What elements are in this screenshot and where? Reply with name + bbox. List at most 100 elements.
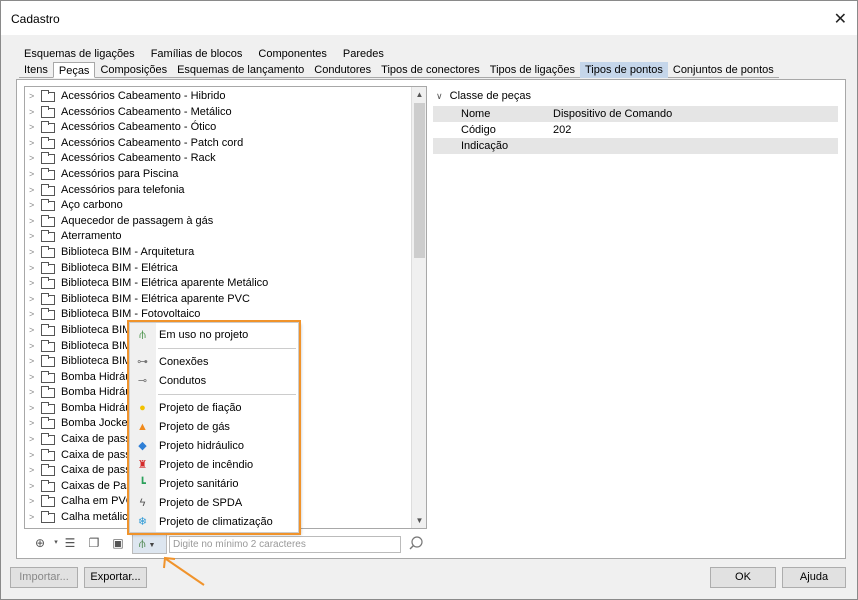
- property-row-codigo[interactable]: Código 202: [433, 122, 838, 138]
- tree-item[interactable]: > Biblioteca BIM - Elétrica aparente Metá…: [25, 276, 413, 292]
- property-row-indicacao[interactable]: Indicação: [433, 138, 838, 154]
- menu-item-projeto-de-spda[interactable]: ϟ Projeto de SPDA: [130, 494, 300, 513]
- folder-icon: [41, 308, 55, 321]
- paste-icon[interactable]: ▣: [110, 534, 126, 552]
- tree-item[interactable]: > Acessórios para Piscina: [25, 167, 413, 183]
- chevron-right-icon[interactable]: >: [29, 120, 34, 136]
- menu-item-projeto-sanitario[interactable]: ┗ Projeto sanitário: [130, 475, 300, 494]
- menu-item-projeto-de-fiacao[interactable]: ● Projeto de fiação: [130, 399, 300, 418]
- chevron-right-icon[interactable]: >: [29, 463, 34, 479]
- menu-item-condutos[interactable]: ⊸ Condutos: [130, 372, 300, 391]
- tab-familias-de-blocos[interactable]: Famílias de blocos: [146, 46, 248, 62]
- help-button[interactable]: Ajuda: [782, 567, 846, 588]
- chevron-right-icon[interactable]: >: [29, 510, 34, 526]
- tab-paredes[interactable]: Paredes: [338, 46, 389, 62]
- tree-item[interactable]: > Acessórios Cabeamento - Patch cord: [25, 136, 413, 152]
- tab-itens[interactable]: Itens: [19, 62, 53, 78]
- tree-item-label: Acessórios Cabeamento - Hibrido: [61, 90, 226, 102]
- chevron-right-icon[interactable]: >: [29, 448, 34, 464]
- folder-icon: [41, 323, 55, 336]
- menu-item-label: Projeto de incêndio: [159, 459, 254, 471]
- menu-item-projeto-de-incendio[interactable]: ♜ Projeto de incêndio: [130, 456, 300, 475]
- close-icon[interactable]: ✕: [834, 9, 847, 29]
- property-key: Código: [461, 124, 496, 136]
- tree-item[interactable]: > Acessórios Cabeamento - Metálico: [25, 105, 413, 121]
- chevron-right-icon[interactable]: >: [29, 339, 34, 355]
- tab-esquemas-de-ligacoes[interactable]: Esquemas de ligações: [19, 46, 140, 62]
- tab-esquemas-de-lancamento[interactable]: Esquemas de lançamento: [172, 62, 309, 78]
- scroll-up-icon[interactable]: ▲: [412, 87, 426, 102]
- chevron-right-icon[interactable]: >: [29, 401, 34, 417]
- ok-button[interactable]: OK: [710, 567, 776, 588]
- expand-all-icon[interactable]: ⊕: [32, 534, 48, 552]
- tree-scrollbar[interactable]: ▲ ▼: [411, 87, 426, 528]
- tree-item[interactable]: > Acessórios Cabeamento - Ótico: [25, 120, 413, 136]
- properties-group-header[interactable]: ∨ Classe de peças: [433, 88, 531, 104]
- chevron-right-icon[interactable]: >: [29, 183, 34, 199]
- scroll-down-icon[interactable]: ▼: [412, 513, 426, 528]
- tab-componentes[interactable]: Componentes: [253, 46, 332, 62]
- menu-item-em-uso-no-projeto[interactable]: ⫛ Em uso no projeto: [130, 326, 300, 345]
- tree-item[interactable]: > Biblioteca BIM - Elétrica: [25, 261, 413, 277]
- tab-pecas[interactable]: Peças: [52, 62, 96, 78]
- chevron-right-icon[interactable]: >: [29, 323, 34, 339]
- tab-condutores[interactable]: Condutores: [309, 62, 376, 78]
- chevron-down-icon[interactable]: ∨: [436, 91, 443, 101]
- import-button[interactable]: Importar...: [10, 567, 78, 588]
- chevron-right-icon[interactable]: >: [29, 214, 34, 230]
- tree-item[interactable]: > Biblioteca BIM - Fotovoltaico: [25, 307, 413, 323]
- menu-item-label: Em uso no projeto: [159, 329, 249, 341]
- export-button[interactable]: Exportar...: [84, 567, 147, 588]
- tab-composicoes[interactable]: Composições: [95, 62, 172, 78]
- tab-tipos-de-ligacoes[interactable]: Tipos de ligações: [485, 62, 580, 78]
- copy-icon[interactable]: ❐: [86, 534, 102, 552]
- tree-item[interactable]: > Aquecedor de passagem à gás: [25, 214, 413, 230]
- menu-item-conexoes[interactable]: ⊶ Conexões: [130, 353, 300, 372]
- chevron-right-icon[interactable]: >: [29, 432, 34, 448]
- folder-icon: [41, 448, 55, 461]
- chevron-right-icon[interactable]: >: [29, 307, 34, 323]
- chevron-right-icon[interactable]: >: [29, 89, 34, 105]
- chevron-right-icon[interactable]: >: [29, 167, 34, 183]
- tree-item-label: Biblioteca BIM - Fotovoltaico: [61, 308, 201, 321]
- folder-icon: [41, 152, 55, 165]
- chevron-right-icon[interactable]: >: [29, 385, 34, 401]
- tree-item[interactable]: > Biblioteca BIM - Arquitetura: [25, 245, 413, 261]
- menu-item-projeto-hidraulico[interactable]: ◆ Projeto hidráulico: [130, 437, 300, 456]
- tree-item[interactable]: > Biblioteca BIM - Elétrica aparente PVC: [25, 292, 413, 308]
- property-row-nome[interactable]: Nome Dispositivo de Comando: [433, 106, 838, 122]
- conduit-icon: ⊸: [137, 375, 148, 387]
- water-drop-icon: ◆: [138, 440, 147, 452]
- tree-item[interactable]: > Acessórios para telefonia: [25, 183, 413, 199]
- tree-item[interactable]: > Acessórios Cabeamento - Rack: [25, 151, 413, 167]
- menu-item-projeto-de-gas[interactable]: ▲ Projeto de gás: [130, 418, 300, 437]
- chevron-right-icon[interactable]: >: [29, 136, 34, 152]
- chevron-right-icon[interactable]: >: [29, 245, 34, 261]
- chevron-right-icon[interactable]: >: [29, 261, 34, 277]
- chevron-right-icon[interactable]: >: [29, 292, 34, 308]
- chevron-right-icon[interactable]: >: [29, 229, 34, 245]
- chevron-right-icon[interactable]: >: [29, 105, 34, 121]
- filter-dropdown-button[interactable]: ⫛ ▼: [132, 534, 167, 554]
- search-input[interactable]: [169, 536, 401, 553]
- tree-item[interactable]: > Acessórios Cabeamento - Hibrido: [25, 89, 413, 105]
- scroll-thumb[interactable]: [414, 103, 425, 258]
- chevron-right-icon[interactable]: >: [29, 494, 34, 510]
- chevron-right-icon[interactable]: >: [29, 354, 34, 370]
- chevron-right-icon[interactable]: >: [29, 479, 34, 495]
- menu-item-label: Projeto de climatização: [159, 516, 273, 528]
- tab-tipos-de-conectores[interactable]: Tipos de conectores: [376, 62, 485, 78]
- menu-item-projeto-de-climatizacao[interactable]: ❄ Projeto de climatização: [130, 513, 300, 532]
- tab-conjuntos-de-pontos[interactable]: Conjuntos de pontos: [668, 62, 779, 78]
- chevron-right-icon[interactable]: >: [29, 416, 34, 432]
- search-icon[interactable]: [407, 534, 425, 552]
- tree-item[interactable]: > Aterramento: [25, 229, 413, 245]
- chevron-right-icon[interactable]: >: [29, 198, 34, 214]
- property-value: Dispositivo de Comando: [553, 108, 673, 120]
- chevron-right-icon[interactable]: >: [29, 151, 34, 167]
- chevron-right-icon[interactable]: >: [29, 370, 34, 386]
- collapse-icon[interactable]: ☰: [62, 534, 78, 552]
- tab-tipos-de-pontos[interactable]: Tipos de pontos: [580, 62, 668, 78]
- tree-item[interactable]: > Aço carbono: [25, 198, 413, 214]
- chevron-right-icon[interactable]: >: [29, 276, 34, 292]
